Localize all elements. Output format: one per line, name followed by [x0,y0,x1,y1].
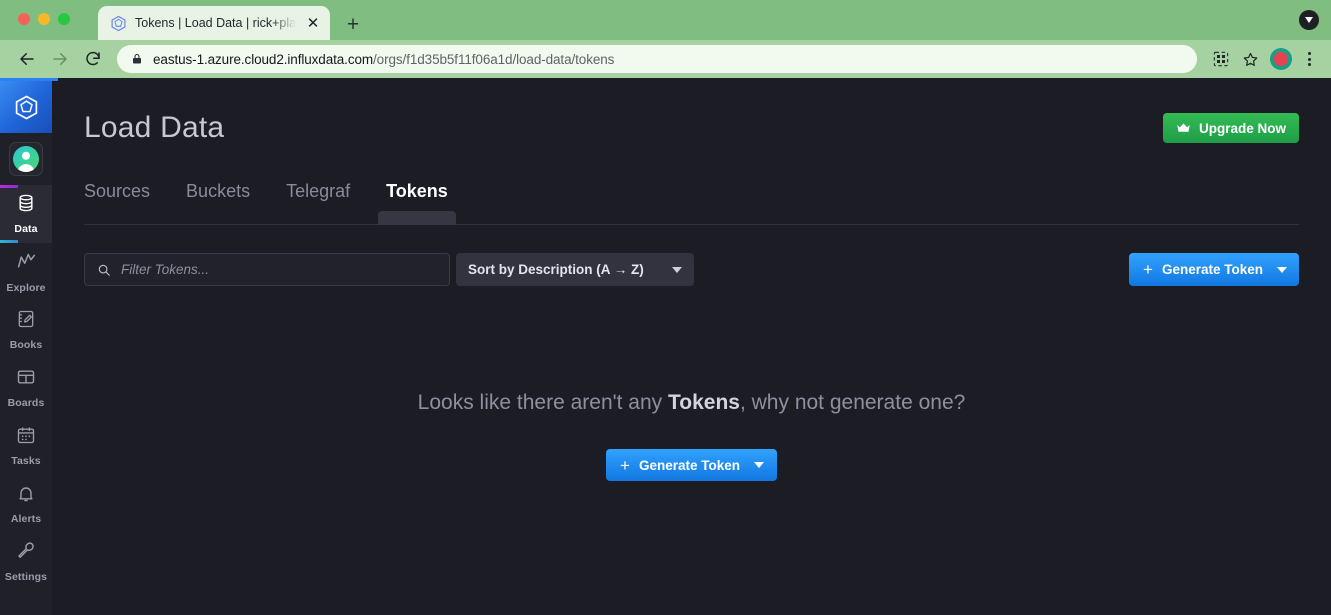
browser-titlebar: Tokens | Load Data | rick+plant ✕ + [0,0,1331,40]
tokens-empty-state: Looks like there aren't any Tokens, why … [84,391,1299,481]
new-tab-button[interactable]: + [340,12,366,38]
caret-down-icon [1305,17,1313,23]
tab-search-icon[interactable] [1299,10,1319,30]
generate-token-label: Generate Token [1162,262,1263,277]
lock-icon [131,52,143,66]
close-tab-button[interactable]: ✕ [304,14,322,32]
sidebar-item-settings[interactable]: Settings [0,533,52,591]
sidebar-item-books[interactable]: Books [0,301,52,359]
app-shell: Data Explore Books [0,81,1331,615]
generate-token-label: Generate Token [639,458,740,473]
tab-sources[interactable]: Sources [84,181,168,224]
database-icon [16,193,36,218]
crown-icon [1176,122,1191,134]
back-button[interactable] [12,44,42,74]
influxdb-favicon [110,15,127,32]
browser-toolbar: eastus-1.azure.cloud2.influxdata.com/org… [0,40,1331,78]
close-window-button[interactable] [18,13,30,25]
browser-tab[interactable]: Tokens | Load Data | rick+plant ✕ [98,6,330,40]
empty-text-before: Looks like there aren't any [418,391,668,414]
user-avatar[interactable] [0,133,52,185]
empty-state-message: Looks like there aren't any Tokens, why … [418,391,966,415]
page-title: Load Data [84,111,224,145]
load-data-tabs: Sources Buckets Telegraf Tokens [84,181,1299,225]
url-host: eastus-1.azure.cloud2.influxdata.com [153,52,373,67]
generate-token-dropdown-toggle[interactable] [1275,253,1299,286]
window-controls [18,13,70,25]
dashboard-grid-icon [16,367,36,392]
chevron-down-icon [754,462,764,468]
sidebar-item-boards[interactable]: Boards [0,359,52,417]
avatar-dot [1274,52,1288,66]
tab-tokens[interactable]: Tokens [368,181,466,224]
sidebar-item-label: Data [14,223,37,235]
browser-tab-title: Tokens | Load Data | rick+plant [135,16,296,30]
maximize-window-button[interactable] [58,13,70,25]
calendar-icon [16,425,36,450]
sort-by-dropdown[interactable]: Sort by Description (A → Z) [456,253,694,286]
sort-by-value: Sort by Description (A → Z) [468,262,644,277]
sidebar-item-label: Settings [5,571,47,583]
app-sidebar: Data Explore Books [0,81,52,615]
profile-avatar-icon[interactable] [1270,48,1292,70]
plus-icon: + [620,457,630,474]
graph-line-icon [16,251,37,277]
main-content: Load Data Upgrade Now Sources Buckets Te… [52,81,1331,615]
sidebar-item-explore[interactable]: Explore [0,243,52,301]
wrench-icon [16,541,36,566]
filter-tokens-input[interactable]: Filter Tokens... [84,253,450,286]
qr-code-icon[interactable] [1208,46,1234,72]
influxdb-logo[interactable] [0,81,52,133]
page-header: Load Data Upgrade Now [84,81,1299,145]
address-bar[interactable]: eastus-1.azure.cloud2.influxdata.com/org… [117,45,1197,73]
sidebar-item-data[interactable]: Data [0,185,52,243]
url-path: /orgs/f1d35b5f11f06a1d/load-data/tokens [373,52,614,67]
sidebar-item-label: Tasks [11,455,41,467]
chevron-down-icon [672,267,682,273]
bell-icon [16,483,36,508]
bookmark-star-icon[interactable] [1237,46,1263,72]
sidebar-item-alerts[interactable]: Alerts [0,475,52,533]
sidebar-item-label: Alerts [11,513,41,525]
browser-chrome: Tokens | Load Data | rick+plant ✕ + east… [0,0,1331,81]
sidebar-item-label: Explore [6,282,45,294]
filter-tokens-placeholder: Filter Tokens... [121,262,209,277]
upgrade-now-label: Upgrade Now [1199,121,1286,136]
upgrade-now-button[interactable]: Upgrade Now [1163,113,1299,143]
forward-button[interactable] [45,44,75,74]
tab-telegraf[interactable]: Telegraf [268,181,368,224]
generate-token-dropdown-toggle[interactable] [751,462,777,468]
avatar-gradient [13,146,39,172]
minimize-window-button[interactable] [38,13,50,25]
chrome-menu-icon[interactable] [1299,52,1319,66]
tab-buckets[interactable]: Buckets [168,181,268,224]
reload-button[interactable] [78,44,108,74]
empty-text-bold: Tokens [668,391,740,414]
generate-token-button[interactable]: + Generate Token [1129,253,1299,286]
search-icon [97,263,111,277]
tokens-toolbar: Filter Tokens... Sort by Description (A … [84,253,1299,286]
empty-text-after: , why not generate one? [740,391,965,414]
address-bar-url: eastus-1.azure.cloud2.influxdata.com/org… [153,52,614,67]
chevron-down-icon [1277,267,1287,273]
sidebar-item-label: Boards [8,397,45,409]
plus-icon: + [1143,261,1153,278]
sidebar-item-label: Books [10,339,43,351]
generate-token-button-center[interactable]: + Generate Token [606,449,777,481]
notebook-pencil-icon [16,309,36,334]
sidebar-item-tasks[interactable]: Tasks [0,417,52,475]
